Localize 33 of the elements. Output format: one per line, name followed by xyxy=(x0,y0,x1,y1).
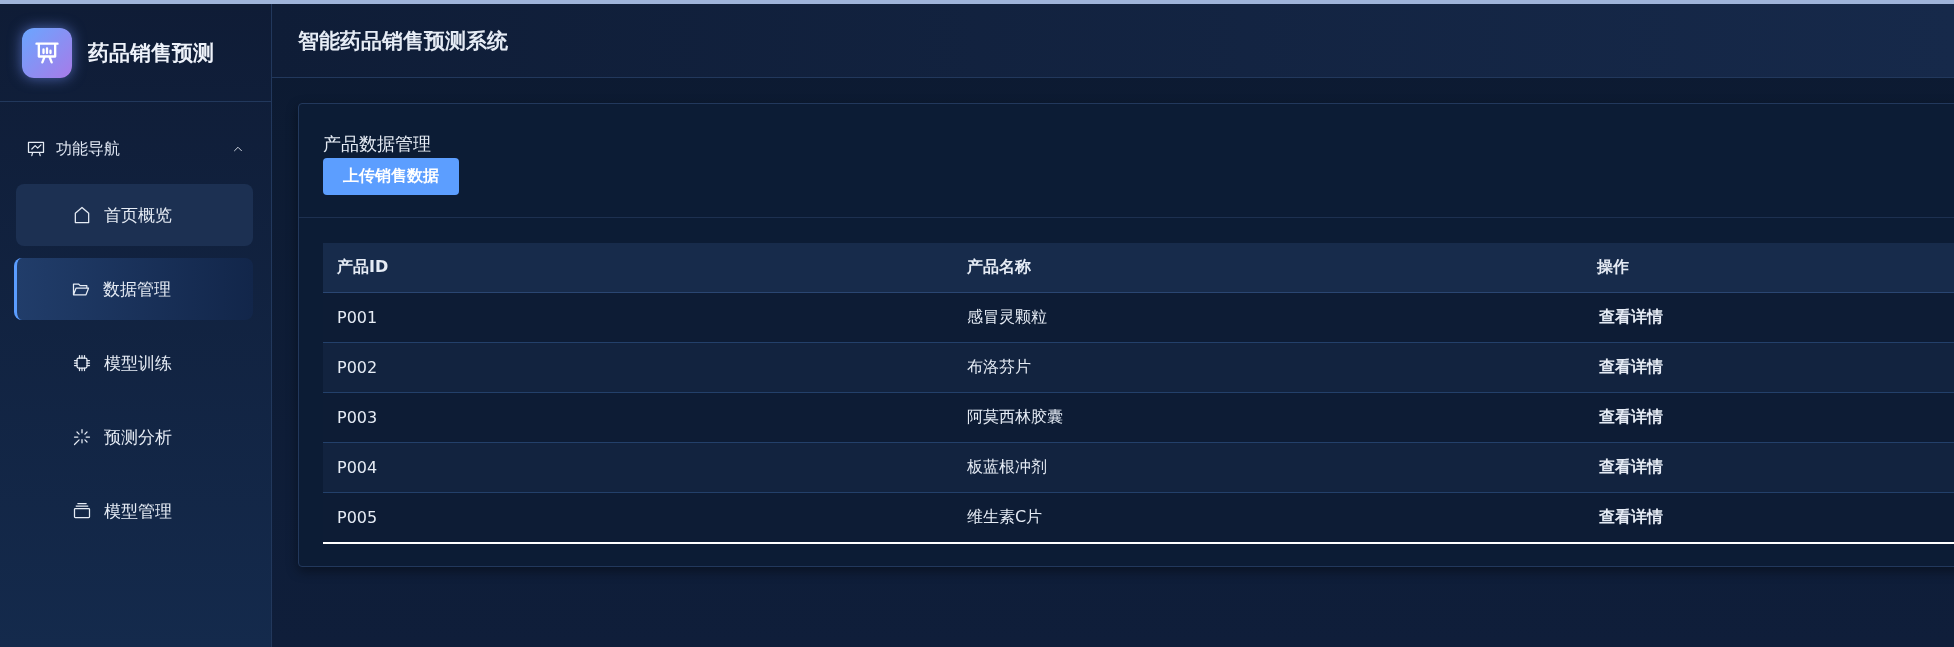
nav-item[interactable]: 数据管理 xyxy=(14,258,253,320)
table-cell: 阿莫西林胶囊 xyxy=(953,392,1583,443)
column-header: 操作 xyxy=(1583,243,1954,293)
view-details-link[interactable]: 查看详情 xyxy=(1597,457,1665,478)
nav-item[interactable]: 预测分析 xyxy=(16,406,253,468)
table-cell: P001 xyxy=(323,292,953,343)
app-logo xyxy=(22,27,72,78)
table-cell: P004 xyxy=(323,442,953,493)
chart-board-icon xyxy=(26,139,46,159)
table-cell: 感冒灵颗粒 xyxy=(953,292,1583,343)
home-icon xyxy=(72,205,92,225)
nav-item[interactable]: 首页概览 xyxy=(16,184,253,246)
table-cell: P003 xyxy=(323,392,953,443)
app-title: 药品销售预测 xyxy=(88,39,214,67)
table-cell: P005 xyxy=(323,492,953,543)
column-header: 产品ID xyxy=(323,243,953,293)
stack-icon xyxy=(72,501,92,521)
card-title: 产品数据管理 xyxy=(323,132,431,156)
table-cell: 布洛芬片 xyxy=(953,342,1583,393)
sparkle-icon xyxy=(72,427,92,447)
view-details-link[interactable]: 查看详情 xyxy=(1597,507,1665,528)
nav-item[interactable]: 模型训练 xyxy=(16,332,253,394)
nav-group-header[interactable]: 功能导航 xyxy=(12,124,259,174)
table-cell: 板蓝根冲剂 xyxy=(953,442,1583,493)
table-cell: 维生素C片 xyxy=(953,492,1583,543)
view-details-link[interactable]: 查看详情 xyxy=(1597,307,1665,328)
nav-item[interactable]: 模型管理 xyxy=(16,480,253,542)
table-cell: P002 xyxy=(323,342,953,393)
chip-icon xyxy=(72,353,92,373)
view-details-link[interactable]: 查看详情 xyxy=(1597,407,1665,428)
page-title: 智能药品销售预测系统 xyxy=(298,27,508,55)
view-details-link[interactable]: 查看详情 xyxy=(1597,357,1665,378)
column-header: 产品名称 xyxy=(953,243,1583,293)
